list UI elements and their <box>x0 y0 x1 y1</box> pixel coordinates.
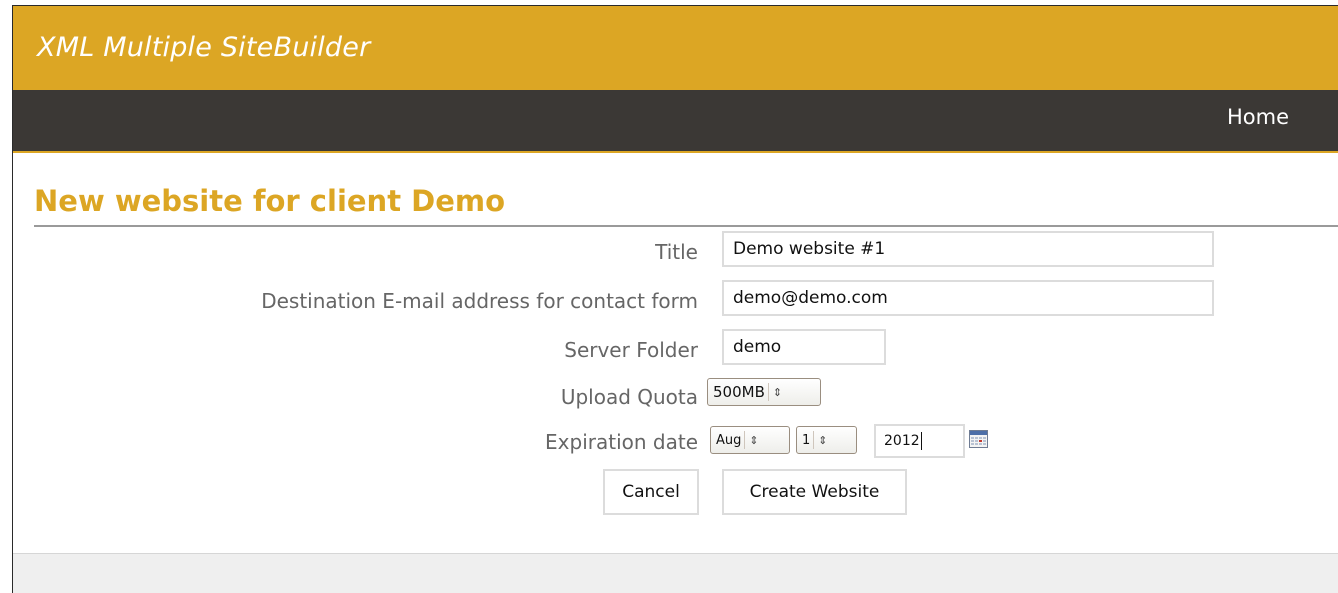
expiration-month-value: Aug <box>716 432 742 448</box>
upload-quota-select[interactable]: 500MB ⇕ <box>707 378 821 406</box>
expiration-date-label: Expiration date <box>545 430 698 454</box>
cancel-button[interactable]: Cancel <box>603 469 699 515</box>
updown-chevron-icon: ⇕ <box>818 433 828 447</box>
header-banner: XML Multiple SiteBuilder <box>13 6 1338 90</box>
select-divider <box>744 431 746 449</box>
calendar-icon[interactable] <box>969 430 988 448</box>
title-input[interactable]: Demo website #1 <box>722 231 1214 267</box>
app-window: XML Multiple SiteBuilder Home New websit… <box>12 5 1338 593</box>
expiration-year-input[interactable]: 2012 <box>874 424 965 458</box>
expiration-month-select[interactable]: Aug ⇕ <box>710 426 790 454</box>
create-website-button[interactable]: Create Website <box>722 469 907 515</box>
page-heading: New website for client Demo <box>34 187 1338 227</box>
title-label: Title <box>655 240 698 264</box>
page-title: New website for client Demo <box>34 184 506 218</box>
updown-chevron-icon: ⇕ <box>749 433 759 447</box>
server-folder-label: Server Folder <box>564 338 698 362</box>
text-cursor <box>920 432 922 450</box>
navbar: Home <box>13 90 1338 153</box>
footer-bar <box>13 553 1338 593</box>
nav-home-link[interactable]: Home <box>1227 105 1289 129</box>
email-field[interactable]: demo@demo.com <box>722 280 1214 316</box>
server-folder-input[interactable]: demo <box>722 329 886 365</box>
select-divider <box>767 383 769 401</box>
email-label: Destination E-mail address for contact f… <box>261 289 698 313</box>
expiration-day-select[interactable]: 1 ⇕ <box>796 426 857 454</box>
upload-quota-label: Upload Quota <box>560 385 698 409</box>
updown-chevron-icon: ⇕ <box>772 385 783 399</box>
app-title: XML Multiple SiteBuilder <box>37 32 371 63</box>
select-divider <box>813 431 815 449</box>
expiration-day-value: 1 <box>802 432 811 448</box>
expiration-year-value: 2012 <box>884 433 920 449</box>
upload-quota-value: 500MB <box>713 383 765 401</box>
